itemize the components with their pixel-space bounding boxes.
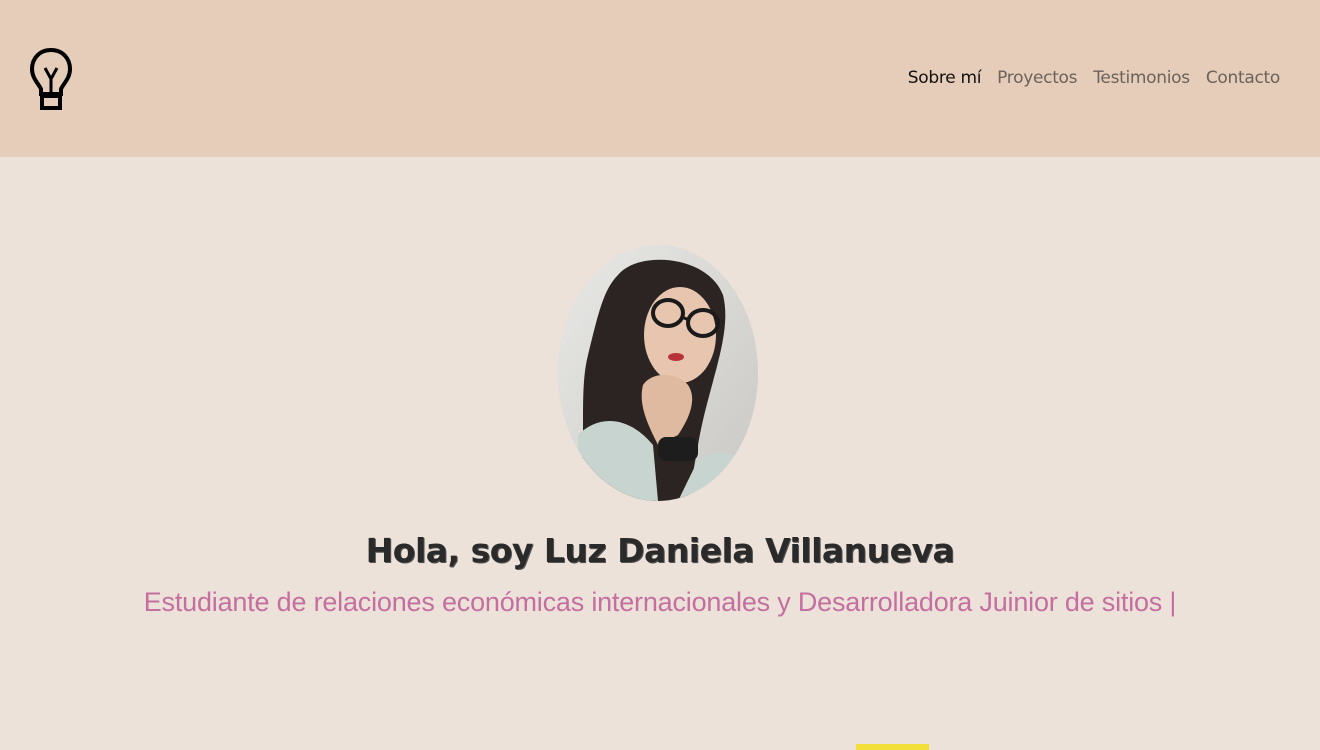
site-header: Sobre mí Proyectos Testimonios Contacto [0,0,1320,157]
accent-bar [856,744,929,750]
profile-photo [558,245,758,501]
hero-subtitle: Estudiante de relaciones económicas inte… [143,587,1177,617]
lightbulb-icon[interactable] [29,46,73,112]
nav-link-testimonios[interactable]: Testimonios [1093,68,1190,88]
nav-link-contacto[interactable]: Contacto [1206,68,1280,88]
hero-title: Hola, soy Luz Daniela Villanueva [365,531,955,570]
nav-link-proyectos[interactable]: Proyectos [997,68,1077,88]
hero-section: Hola, soy Luz Daniela Villanueva Estudia… [0,157,1320,750]
main-nav: Sobre mí Proyectos Testimonios Contacto [908,68,1281,88]
nav-link-sobre-mi[interactable]: Sobre mí [908,68,982,88]
